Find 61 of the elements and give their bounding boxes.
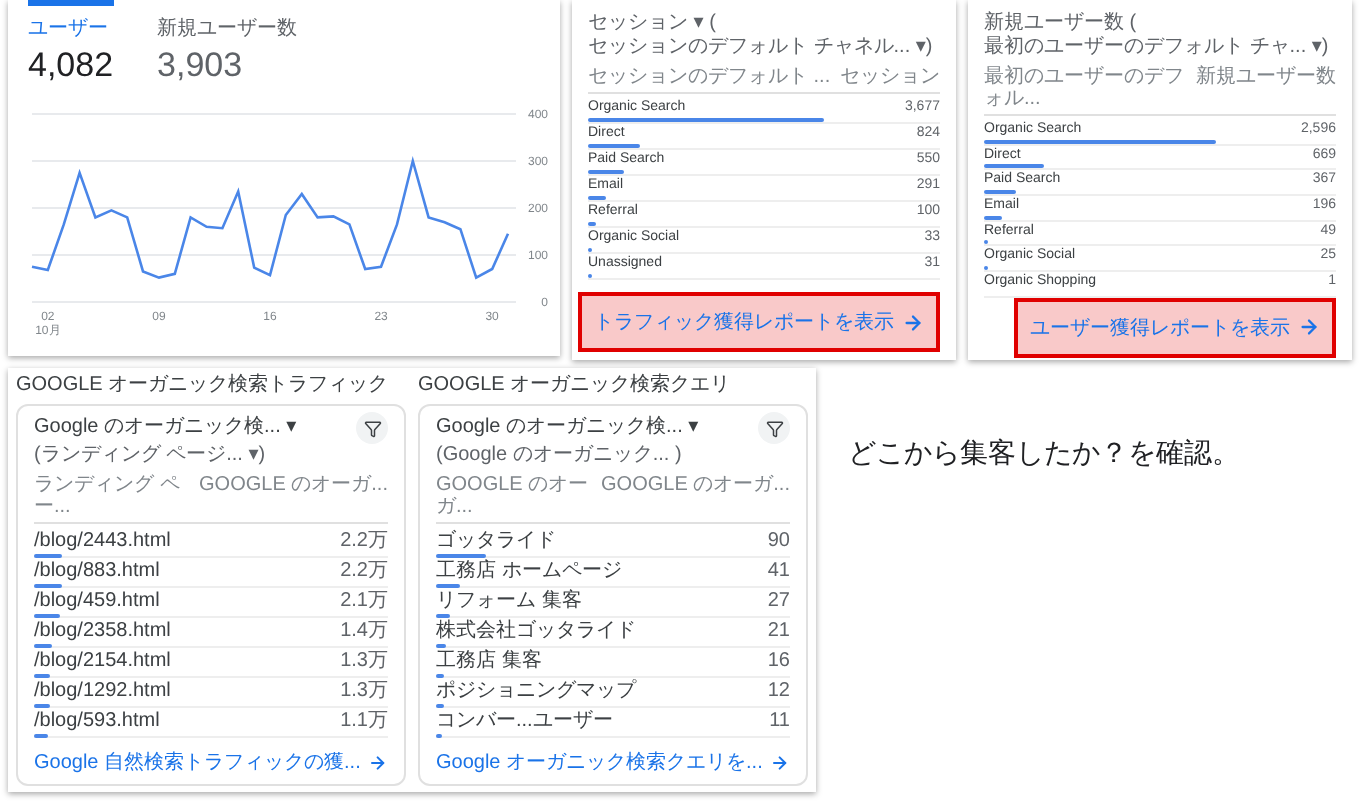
arrow-icon [770, 751, 790, 773]
row-value: 2.2万 [340, 560, 388, 582]
row-label: /blog/459.html [34, 590, 160, 612]
row-value: 2.2万 [340, 530, 388, 552]
row-value: 12 [767, 680, 790, 702]
column-header: ランディング ペー... [34, 474, 182, 518]
section-title: GOOGLE オーガニック検索トラフィック [16, 371, 391, 398]
row-label: /blog/2358.html [34, 620, 171, 642]
column-header: GOOGLE のオーガ... [436, 474, 591, 518]
filter-button[interactable] [758, 412, 790, 444]
column-header: セッションのデフォルト ... [588, 66, 832, 88]
row-label: /blog/883.html [34, 560, 160, 582]
report-link[interactable]: ユーザー獲得レポートを表示 [1014, 297, 1336, 358]
row-label: 株式会社ゴッタライド [436, 620, 636, 642]
report-link[interactable]: トラフィック獲得レポートを表示 [578, 292, 940, 352]
row-value: 1.3万 [340, 680, 388, 702]
row-value: 1.3万 [340, 650, 388, 672]
card-title: Google のオーガニック検... ▾ [34, 416, 297, 440]
column-header: 最初のユーザーのデフォル... [984, 66, 1186, 110]
report-link[interactable]: Google オーガニック検索クエリを... [436, 748, 790, 776]
arrow-icon [368, 751, 388, 773]
filter-icon [363, 419, 381, 437]
arrow-icon [1298, 316, 1320, 339]
report-link[interactable]: Google 自然検索トラフィックの獲... [34, 748, 388, 776]
row-label: ゴッタライド [436, 530, 556, 552]
row-value: 11 [769, 710, 790, 732]
row-value: 1.4万 [340, 620, 388, 642]
row-label: 工務店 集客 [436, 650, 542, 672]
row-value: 1.1万 [340, 710, 388, 732]
row-label: ポジショニングマップ [436, 680, 636, 702]
metric-tab[interactable]: ユーザー 4,082 [28, 0, 114, 86]
arrow-icon [902, 311, 924, 333]
row-label: /blog/1292.html [34, 680, 171, 702]
row-value: 16 [767, 650, 790, 672]
column-header: GOOGLE のオーガ... [601, 474, 790, 500]
row-label: リフォーム 集客 [436, 590, 582, 612]
row-value: 21 [767, 620, 790, 642]
card-title: 新規ユーザー数 ( [984, 12, 1139, 35]
column-header: GOOGLE のオーガ... [199, 474, 388, 500]
column-header: セッション [840, 66, 940, 88]
section-title: GOOGLE オーガニック検索クエリ [418, 371, 733, 398]
row-value: 2.1万 [340, 590, 388, 612]
row-value: 41 [767, 560, 790, 582]
note-text: どこから集客したか？を確認。 [848, 436, 1240, 472]
card-subtitle: (ランディング ページ... ▾) [34, 444, 268, 468]
row-label: /blog/2443.html [34, 530, 171, 552]
card-title: Google のオーガニック検... ▾ [436, 416, 699, 440]
filter-icon [765, 419, 783, 437]
card-subtitle: セッションのデフォルト チャネル... ▾) [588, 36, 935, 60]
card-title: セッション ▾ ( [588, 12, 718, 36]
filter-button[interactable] [356, 412, 388, 444]
row-value: 27 [767, 590, 790, 612]
row-label: /blog/2154.html [34, 650, 171, 672]
metric-tab[interactable]: 新規ユーザー数 3,903 [157, 0, 298, 86]
row-label: /blog/593.html [34, 710, 160, 732]
row-label: コンバー...ユーザー [436, 710, 613, 732]
column-header: 新規ユーザー数 [1196, 66, 1336, 92]
card-subtitle: (Google のオーガニック... ) [436, 444, 684, 468]
row-value: 90 [767, 530, 790, 552]
row-label: 工務店 ホームページ [436, 560, 622, 582]
card-subtitle: 最初のユーザーのデフォルト チャ... ▾) [984, 36, 1331, 60]
